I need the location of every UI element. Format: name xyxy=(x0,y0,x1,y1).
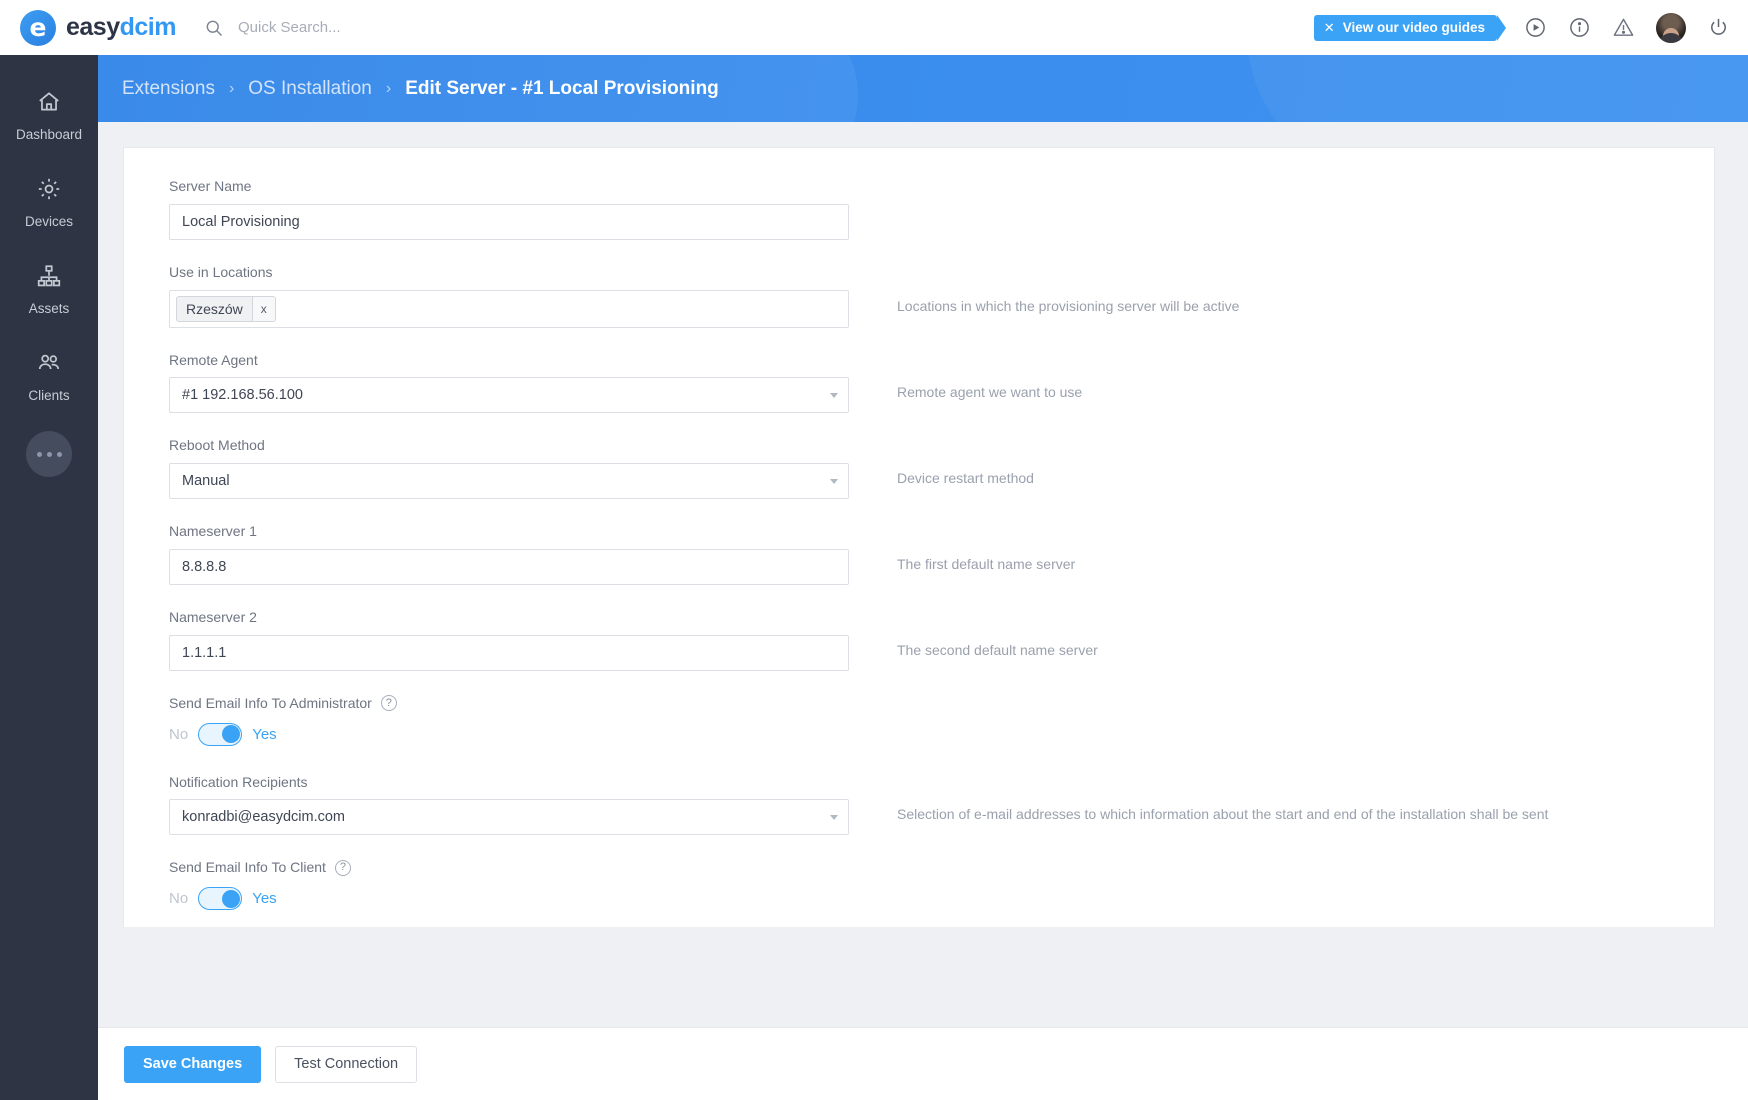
send-email-admin-toggle[interactable] xyxy=(198,722,243,746)
brand-logo[interactable]: e easydcim xyxy=(0,0,190,55)
field-reboot-method: Reboot Method Manual Device restart meth… xyxy=(169,437,1669,500)
page-title: Edit Server - #1 Local Provisioning xyxy=(405,77,719,99)
sidebar-item-label: Dashboard xyxy=(15,127,83,142)
dot-icon xyxy=(36,451,42,457)
sidebar-item-assets[interactable]: Assets xyxy=(0,247,98,334)
field-nameserver-1: Nameserver 1 The first default name serv… xyxy=(169,523,1669,585)
field-help-text: Remote agent we want to use xyxy=(897,384,1083,401)
remote-agent-value: #1 192.168.56.100 xyxy=(182,387,303,404)
field-help-text: Locations in which the provisioning serv… xyxy=(897,297,1240,314)
field-help-text: Selection of e-mail addresses to which i… xyxy=(897,806,1549,823)
power-icon[interactable] xyxy=(1707,16,1730,39)
field-label: Nameserver 1 xyxy=(169,523,257,540)
quick-search[interactable] xyxy=(204,18,568,38)
sitemap-icon xyxy=(36,263,62,294)
send-email-client-toggle[interactable] xyxy=(198,887,243,911)
brand-text-second: dcim xyxy=(119,13,177,41)
help-circle-icon[interactable]: ? xyxy=(380,695,397,712)
chevron-right-icon: › xyxy=(228,79,235,97)
remote-agent-select[interactable]: #1 192.168.56.100 xyxy=(169,377,849,414)
server-name-input[interactable] xyxy=(169,203,849,240)
save-changes-button[interactable]: Save Changes xyxy=(124,1045,262,1083)
field-label: Send Email Info To Administrator xyxy=(169,694,372,711)
users-icon xyxy=(36,350,62,381)
breadcrumb-item-os-installation[interactable]: OS Installation xyxy=(248,78,372,100)
play-circle-icon[interactable] xyxy=(1524,16,1547,39)
field-help-text: The first default name server xyxy=(897,556,1076,573)
warning-triangle-icon[interactable] xyxy=(1612,16,1635,39)
sidebar-item-label: Assets xyxy=(28,301,70,316)
dot-icon xyxy=(46,451,52,457)
send-email-admin-toggle-row: No Yes xyxy=(169,722,849,746)
reboot-method-select[interactable]: Manual xyxy=(169,463,849,500)
brand-text-first: easy xyxy=(66,13,120,41)
gear-icon xyxy=(36,176,62,207)
sidebar-item-label: Clients xyxy=(28,388,70,403)
video-guides-banner[interactable]: ✕ View our video guides xyxy=(1313,14,1507,41)
location-tag-label: Rzeszów xyxy=(186,300,243,317)
toggle-off-label: No xyxy=(169,725,189,743)
field-server-name: Server Name xyxy=(169,178,1669,240)
toggle-on-label: Yes xyxy=(252,725,277,743)
sidebar-item-label: Devices xyxy=(24,214,73,229)
home-icon xyxy=(36,89,62,120)
video-guides-label: View our video guides xyxy=(1342,20,1485,35)
dot-icon xyxy=(56,451,62,457)
toggle-knob xyxy=(221,889,240,908)
form-actions-bar: Save Changes Test Connection xyxy=(98,1027,1748,1100)
sidebar-item-dashboard[interactable]: Dashboard xyxy=(0,73,98,160)
test-connection-button[interactable]: Test Connection xyxy=(275,1045,418,1083)
field-help-text: The second default name server xyxy=(897,641,1098,658)
field-label: Notification Recipients xyxy=(169,773,308,790)
send-email-client-toggle-row: No Yes xyxy=(169,887,849,911)
close-icon[interactable]: ✕ xyxy=(1324,20,1335,36)
field-send-email-client: Send Email Info To Client ? No Yes xyxy=(169,859,1669,911)
field-nameserver-2: Nameserver 2 The second default name ser… xyxy=(169,609,1669,671)
page-header: Extensions › OS Installation › Edit Serv… xyxy=(98,55,1748,122)
field-label: Use in Locations xyxy=(169,263,273,280)
top-bar-actions: ✕ View our video guides xyxy=(1313,12,1748,43)
remove-tag-icon[interactable]: x xyxy=(251,296,275,321)
notification-recipients-select[interactable]: konradbi@easydcim.com xyxy=(169,799,849,836)
field-label: Nameserver 2 xyxy=(169,608,257,625)
toggle-on-label: Yes xyxy=(252,890,277,908)
info-circle-icon[interactable] xyxy=(1568,16,1591,39)
chevron-down-icon xyxy=(830,815,838,821)
nameserver-2-input[interactable] xyxy=(169,634,849,671)
locations-tag-input[interactable]: Rzeszów x xyxy=(169,289,849,328)
search-input[interactable] xyxy=(238,19,568,36)
chevron-down-icon xyxy=(830,479,838,485)
sidebar: Dashboard Devices Assets Clients xyxy=(0,55,98,1100)
field-remote-agent: Remote Agent #1 192.168.56.100 Remote ag… xyxy=(169,352,1669,414)
field-label: Server Name xyxy=(169,178,252,194)
field-label: Send Email Info To Client xyxy=(169,859,326,876)
breadcrumb-item-extensions[interactable]: Extensions xyxy=(122,78,215,100)
breadcrumb: Extensions › OS Installation › Edit Serv… xyxy=(98,55,1748,122)
easydcim-logo-icon: e xyxy=(20,9,56,46)
chevron-right-icon: › xyxy=(385,79,392,97)
location-tag: Rzeszów x xyxy=(176,295,276,322)
nameserver-1-input[interactable] xyxy=(169,548,849,585)
chevron-down-icon xyxy=(830,393,838,399)
brand-text: easydcim xyxy=(66,13,176,42)
sidebar-more-button[interactable] xyxy=(26,431,72,477)
content-scroll-area[interactable]: Server Name Use in Locations Rzeszów x L… xyxy=(98,122,1748,927)
top-bar: e easydcim ✕ View our video guides xyxy=(0,0,1748,55)
sidebar-item-devices[interactable]: Devices xyxy=(0,160,98,247)
toggle-knob xyxy=(221,725,240,744)
search-icon xyxy=(204,18,224,38)
field-help-text: Device restart method xyxy=(897,470,1034,487)
field-use-in-locations: Use in Locations Rzeszów x Locations in … xyxy=(169,264,1669,328)
toggle-off-label: No xyxy=(169,890,189,908)
notification-recipients-value: konradbi@easydcim.com xyxy=(182,809,346,826)
help-circle-icon[interactable]: ? xyxy=(334,859,351,876)
field-send-email-admin: Send Email Info To Administrator ? No Ye… xyxy=(169,695,1669,746)
field-label: Remote Agent xyxy=(169,351,258,368)
sidebar-item-clients[interactable]: Clients xyxy=(0,334,98,421)
reboot-method-value: Manual xyxy=(182,473,230,490)
field-notification-recipients: Notification Recipients konradbi@easydci… xyxy=(169,774,1669,836)
avatar[interactable] xyxy=(1656,12,1686,43)
field-label: Reboot Method xyxy=(169,437,265,454)
edit-server-form: Server Name Use in Locations Rzeszów x L… xyxy=(123,147,1715,927)
